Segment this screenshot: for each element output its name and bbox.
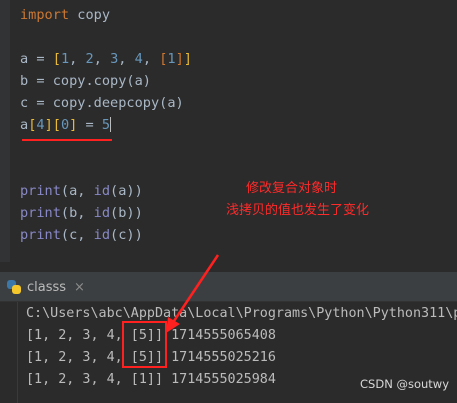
panel-divider <box>0 262 457 272</box>
print-args: (c, <box>60 227 94 243</box>
close-icon[interactable]: × <box>74 280 85 295</box>
modify-var: a <box>20 117 29 133</box>
console-output-line: [1, 2, 3, 4, [1]] 1714555025984 <box>26 372 276 387</box>
editor-gutter <box>0 0 10 262</box>
code-line-modify: a[4][0] = 5 <box>20 114 112 136</box>
code-line-a-assign: a = [1, 2, 3, 4, [1]] <box>20 48 192 70</box>
console-path-line: C:\Users\abc\AppData\Local\Programs\Pyth… <box>26 306 457 321</box>
list-value: 1 <box>60 51 70 67</box>
a-assign-lhs: a = <box>20 51 53 67</box>
annotation-line-1: 修改复合对象时 <box>246 181 338 196</box>
code-editor[interactable]: import copy a = [1, 2, 3, 4, [1]] b = co… <box>0 0 457 262</box>
csdn-watermark: CSDN @soutwy <box>360 377 449 391</box>
print-args-tail: (a)) <box>110 183 143 199</box>
list-separator: , <box>93 51 111 67</box>
code-line-print-b: print(b, id(b)) <box>20 202 143 224</box>
print-args: (a, <box>60 183 94 199</box>
import-module: copy <box>69 7 111 23</box>
print-args: (b, <box>60 205 94 221</box>
python-icon <box>6 279 22 295</box>
list-close-bracket: ] <box>183 51 192 67</box>
inner-list-close: ] <box>175 51 184 67</box>
highlight-box <box>122 321 167 368</box>
print-builtin: print <box>20 205 61 221</box>
annotation-line-2: 浅拷贝的值也发生了变化 <box>226 203 370 218</box>
assign-value: 5 <box>101 117 111 133</box>
index-value: 0 <box>60 117 70 133</box>
assign-operator: = <box>77 117 102 133</box>
index-value: 4 <box>36 117 45 133</box>
list-separator: , <box>69 51 86 67</box>
print-builtin: print <box>20 227 61 243</box>
code-line-c-assign: c = copy.deepcopy(a) <box>20 95 184 111</box>
id-builtin: id <box>93 205 111 221</box>
run-tool-window-header: classs × <box>0 272 457 302</box>
list-separator: , <box>142 51 160 67</box>
id-builtin: id <box>93 183 111 199</box>
code-line-b-assign: b = copy.copy(a) <box>20 73 151 89</box>
text-cursor <box>110 117 112 132</box>
print-args-tail: (c)) <box>110 227 143 243</box>
run-tab-classs[interactable]: classs × <box>6 276 85 298</box>
run-tab-label: classs <box>27 279 67 295</box>
list-open-bracket: [ <box>52 51 61 67</box>
ide-window: import copy a = [1, 2, 3, 4, [1]] b = co… <box>0 0 457 403</box>
code-line-import: import copy <box>20 4 110 26</box>
print-args-tail: (b)) <box>110 205 143 221</box>
console-gutter <box>0 302 18 403</box>
import-keyword: import <box>20 7 70 23</box>
list-separator: , <box>118 51 135 67</box>
list-value: 1 <box>167 51 176 67</box>
index-bracket: ][ <box>44 117 61 133</box>
print-builtin: print <box>20 183 61 199</box>
list-value: 4 <box>134 51 143 67</box>
list-value: 2 <box>85 51 94 67</box>
modify-underline <box>22 139 112 141</box>
id-builtin: id <box>93 227 111 243</box>
code-line-print-c: print(c, id(c)) <box>20 224 143 246</box>
code-line-print-a: print(a, id(a)) <box>20 180 143 202</box>
